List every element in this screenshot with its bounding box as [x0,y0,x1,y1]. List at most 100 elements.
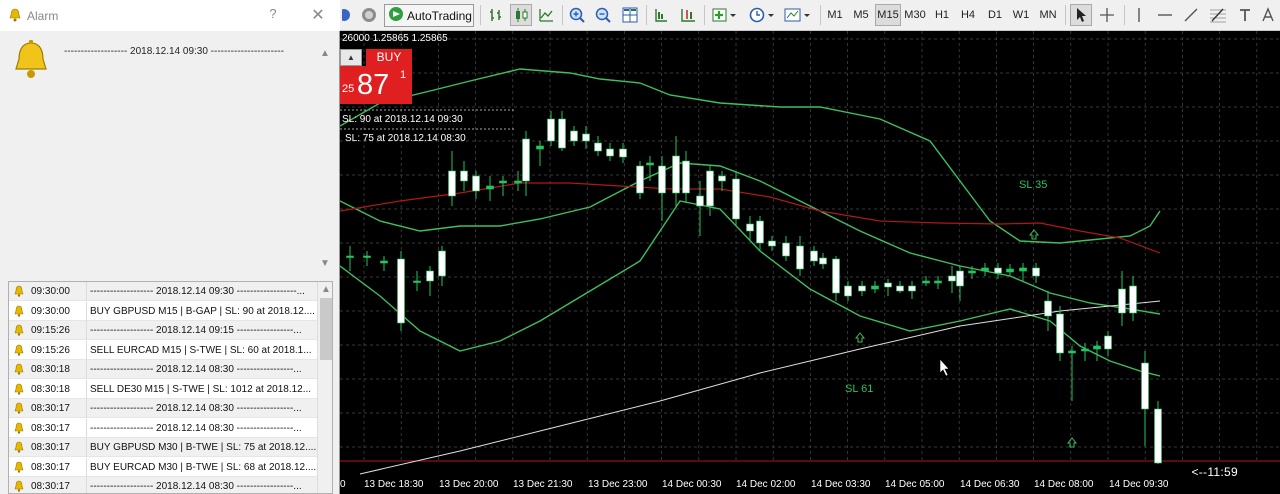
alarm-row[interactable]: 08:30:18 ------------------- 2018.12.14 0… [9,360,317,379]
templates-icon[interactable] [782,4,814,26]
line-chart-icon[interactable] [536,4,556,26]
globe-icon[interactable] [358,4,380,26]
close-button[interactable]: ✕ [308,5,328,25]
tb-h4[interactable]: H4 [957,4,979,26]
candle-body [682,160,690,194]
alarm-row[interactable]: 08:30:17 ------------------- 2018.12.14 0… [9,418,317,438]
alarm-row[interactable]: 09:30:00 ------------------- 2018.12.14 0… [9,282,317,301]
autotrading-button[interactable]: AutoTrading [384,4,474,27]
candle-body [397,258,405,324]
chart-canvas[interactable] [340,31,1280,494]
candle-body [658,165,666,194]
alarm-list-scrollbar[interactable]: ▲ [317,282,332,493]
bell-icon [13,480,25,493]
ask-price-point: 1 [400,69,407,81]
toolbar-scroll-left-icon[interactable] [340,4,354,26]
alarm-list[interactable]: 09:30:00 ------------------- 2018.12.14 0… [8,281,333,494]
crosshair-icon[interactable] [1096,4,1118,26]
message-scrollbar[interactable]: ▲ ▼ [318,31,332,275]
alarm-row-time: 09:15:26 [31,325,70,336]
autoscroll-icon[interactable] [677,4,699,26]
zoom-out-icon[interactable] [593,4,613,26]
candle-body [1056,313,1064,354]
alarm-row[interactable]: 08:30:17 BUY EURCAD M30 | B-TWE | SL: 68 … [9,457,317,477]
alarm-row-message: SELL DE30 M15 | S-TWE | SL: 1012 at 2018… [90,383,312,395]
mouse-cursor-icon [939,358,950,377]
candle-body [810,250,818,262]
candle-body [486,185,494,190]
bell-icon [13,344,25,359]
candle-body [782,242,790,257]
tb-w1[interactable]: W1 [1010,4,1032,26]
alarm-row[interactable]: 09:15:26 ------------------- 2018.12.14 0… [9,321,317,340]
alarm-row-message: ------------------- 2018.12.14 08:30 ---… [90,403,302,414]
alarm-row[interactable]: 08:30:17 BUY GBPUSD M30 | B-TWE | SL: 75 … [9,438,317,457]
chart-shift-icon[interactable] [651,4,671,26]
buy-button[interactable]: BUY [366,49,412,66]
zoom-in-icon[interactable] [567,4,587,26]
scroll-up-icon[interactable]: ▲ [320,49,330,59]
bell-icon [11,40,51,85]
x-tick: 14 Dec 03:30 [811,479,871,490]
tb-m15[interactable]: M15 [875,4,901,26]
candle-body [706,170,714,207]
x-tick: 13 Dec 21:30 [513,479,573,490]
scroll-down-icon[interactable]: ▼ [320,259,330,269]
x-tick: 13 Dec 23:00 [588,479,648,490]
volume-up-button[interactable]: ▲ [340,49,362,66]
candle-body [718,175,726,182]
alarm-row[interactable]: 08:30:17 ------------------- 2018.12.14 0… [9,399,317,418]
text-tool-icon[interactable] [1234,4,1256,26]
tb-m1[interactable]: M1 [824,4,846,26]
alarm-row[interactable]: 08:30:17 ------------------- 2018.12.14 0… [9,477,317,493]
candle-body [438,250,446,277]
price-chart[interactable]: 26000 1.25865 1.25865 ▲ BUY 25 87 1 SL: … [340,31,1280,494]
tb-d1[interactable]: D1 [984,4,1006,26]
alarm-row[interactable]: 09:15:26 SELL EURCAD M15 | S-TWE | SL: 60… [9,340,317,360]
up-arrow-marker [1028,229,1040,240]
candle-body [1093,345,1101,350]
candle-body [1006,268,1014,273]
tb-mn[interactable]: MN [1036,4,1060,26]
candle-body [547,118,555,142]
alarm-row[interactable]: 09:30:00 BUY GBPUSD M15 | B-GAP | SL: 90 … [9,301,317,321]
candle-body [844,285,852,297]
alarm-message: ------------------- 2018.12.14 09:30 ---… [64,46,284,57]
ask-price-prefix: 25 [342,83,355,95]
sl-label-90: SL: 90 at 2018.12.14 09:30 [342,114,463,125]
vertical-line-icon[interactable] [1128,4,1150,26]
list-scroll-up-icon[interactable]: ▲ [321,285,331,295]
help-button[interactable]: ? [265,6,281,24]
candle-body [363,255,371,258]
trendline-icon[interactable] [1180,4,1202,26]
alarm-row-time: 08:30:17 [31,461,70,473]
alarm-titlebar[interactable]: Alarm ? ✕ [0,0,340,31]
candlestick-icon[interactable] [510,4,532,26]
indicators-icon[interactable] [710,4,740,26]
ask-price[interactable]: 25 87 1 [340,66,412,104]
fibonacci-icon[interactable] [1206,4,1230,26]
candle-body [558,118,566,149]
candle-body [499,180,507,184]
cursor-icon[interactable] [1070,4,1092,26]
alarm-title: Alarm [27,9,59,23]
candle-body [948,275,956,282]
periods-icon[interactable] [746,4,778,26]
up-arrow-marker [1066,437,1078,448]
ohlc-readout: 26000 1.25865 1.25865 [342,33,448,44]
alarm-window: Alarm ? ✕ ------------------- 2018.12.14… [0,0,340,494]
horizontal-line-icon[interactable] [1154,4,1176,26]
candle-body [536,145,544,150]
tile-windows-icon[interactable] [620,4,640,26]
tb-h1[interactable]: H1 [931,4,953,26]
candle-body [1129,285,1137,314]
tb-m5[interactable]: M5 [850,4,872,26]
list-scroll-thumb[interactable] [320,298,332,360]
alarm-row[interactable]: 08:30:18 SELL DE30 M15 | S-TWE | SL: 1012… [9,379,317,399]
candle-body [746,223,754,232]
text-label-icon[interactable] [1258,4,1278,26]
bar-chart-icon[interactable] [486,4,506,26]
candle-body [1044,300,1052,317]
tb-m30[interactable]: M30 [902,4,928,26]
bell-icon [13,441,25,456]
